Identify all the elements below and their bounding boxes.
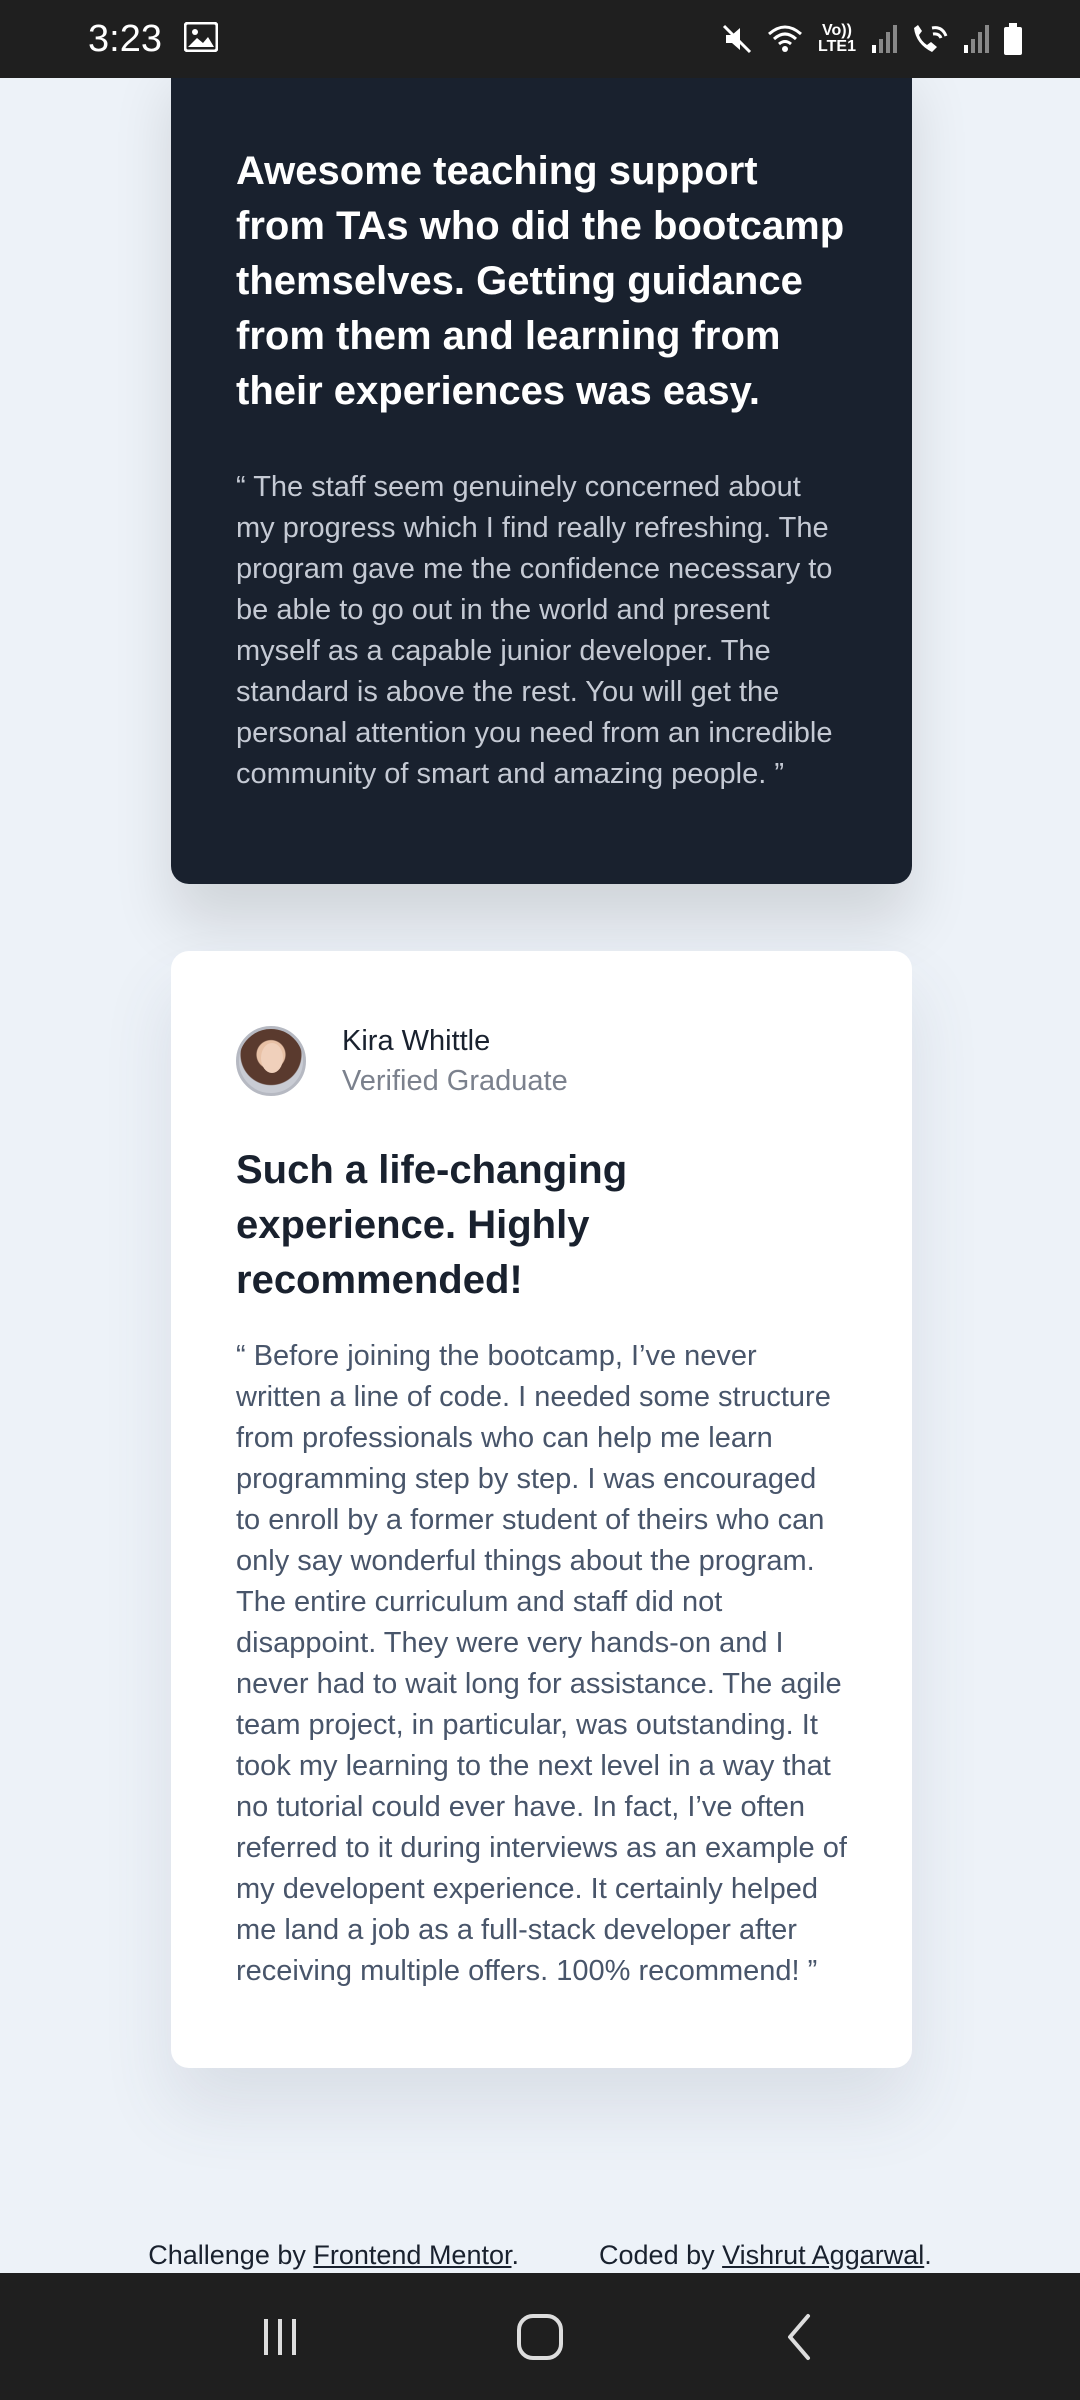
home-icon (517, 2313, 563, 2360)
signal-icon (962, 23, 990, 55)
challenge-attribution: Challenge by Frontend Mentor. (148, 2240, 519, 2271)
testimonial-card-dark: Awesome teaching support from TAs who di… (171, 78, 912, 884)
navigation-bar (0, 2273, 1080, 2400)
avatar-face (261, 1043, 283, 1073)
author-info: Kira Whittle Verified Graduate (342, 1021, 568, 1101)
status-left: 3:23 (88, 17, 219, 61)
author-row: Kira Whittle Verified Graduate (236, 1021, 847, 1101)
image-icon (183, 21, 219, 57)
challenge-period: . (511, 2240, 520, 2270)
author-link[interactable]: Vishrut Aggarwal (722, 2240, 924, 2270)
testimonial-headline: Awesome teaching support from TAs who di… (236, 149, 845, 413)
coded-period: . (924, 2240, 932, 2270)
author-name: Kira Whittle (342, 1025, 491, 1057)
wifi-call-icon (910, 22, 950, 56)
coded-prefix: Coded by (599, 2240, 723, 2270)
frontend-mentor-link[interactable]: Frontend Mentor (313, 2240, 511, 2270)
testimonial-card-white: Kira Whittle Verified Graduate Such a li… (171, 951, 912, 2068)
author-role: Verified Graduate (342, 1065, 568, 1097)
challenge-prefix: Challenge by (148, 2240, 314, 2270)
status-bar: 3:23 Vo)) LTE1 (0, 0, 1080, 78)
testimonial-quote: “ Before joining the bootcamp, I’ve neve… (236, 1340, 847, 1987)
testimonial-quote: “ The staff seem genuinely concerned abo… (236, 471, 833, 790)
testimonial-headline: Such a life-changing experience. Highly … (236, 1148, 628, 1302)
battery-icon (1002, 22, 1024, 56)
page-content: Awesome teaching support from TAs who di… (0, 78, 1080, 2273)
attribution-footer: Challenge by Frontend Mentor. Coded by V… (0, 2240, 1080, 2271)
avatar (236, 1026, 306, 1096)
back-button[interactable] (755, 2292, 845, 2382)
lte-label: Vo)) LTE1 (818, 22, 856, 55)
wifi-icon (766, 22, 804, 56)
mute-icon (720, 22, 754, 56)
home-button[interactable] (495, 2292, 585, 2382)
recents-button[interactable] (235, 2292, 325, 2382)
status-right: Vo)) LTE1 (720, 22, 1024, 56)
signal-icon (870, 23, 898, 55)
coded-attribution: Coded by Vishrut Aggarwal. (599, 2240, 932, 2271)
status-time: 3:23 (88, 17, 162, 60)
back-icon (788, 2313, 810, 2360)
recents-icon (264, 2318, 296, 2355)
